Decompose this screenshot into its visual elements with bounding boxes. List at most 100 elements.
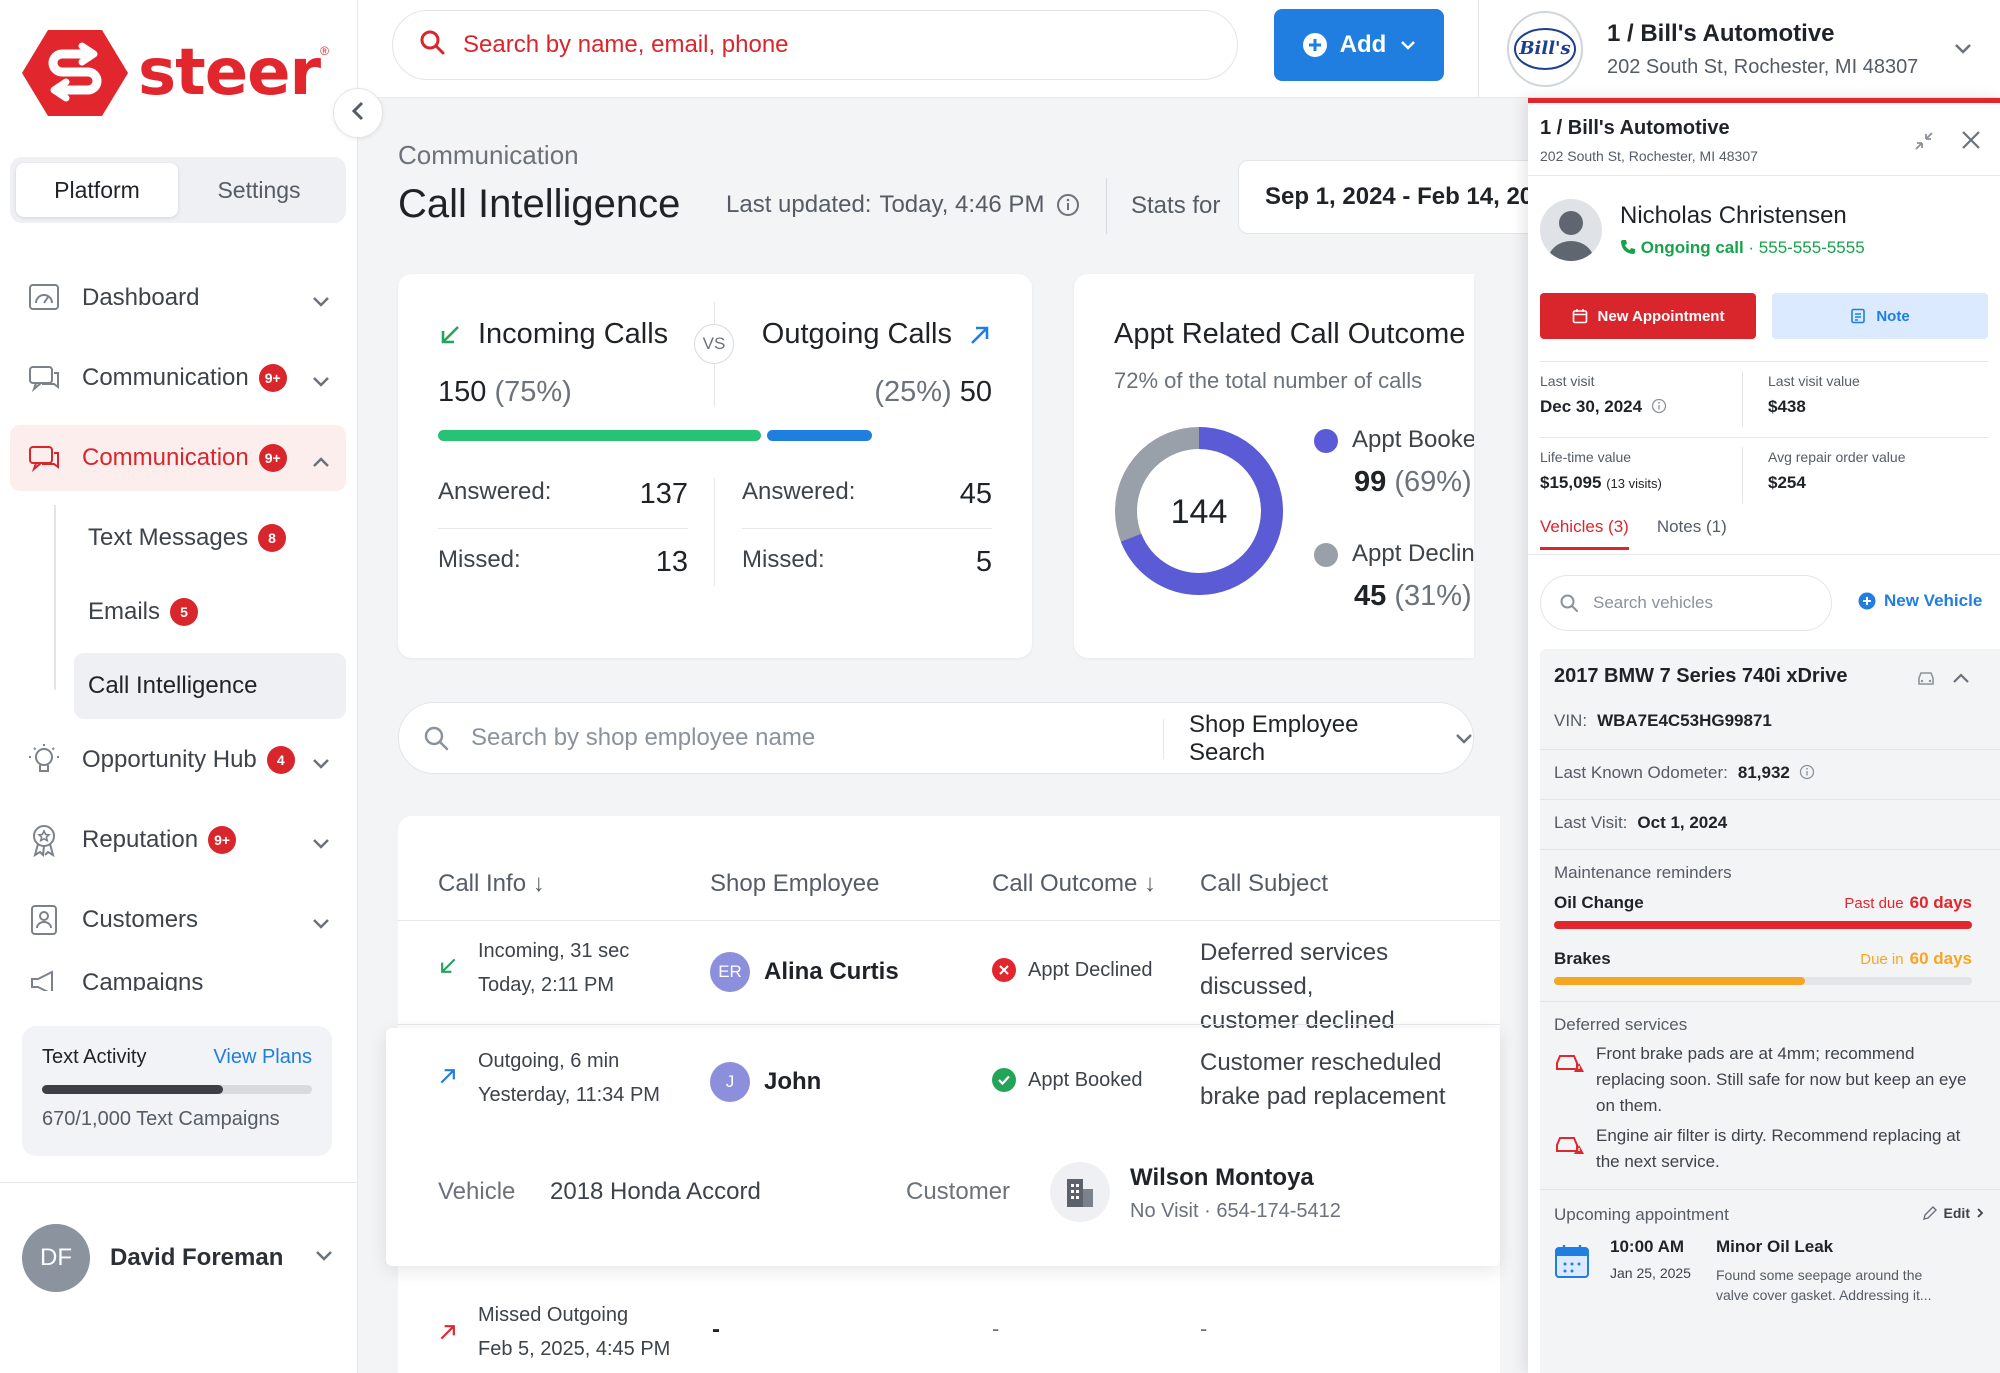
sidebar-item-customers[interactable]: Customers [10, 887, 346, 953]
last-updated-value: Today, 4:46 PM [879, 191, 1045, 218]
sidebar-item-call-intelligence[interactable]: Call Intelligence [74, 653, 346, 719]
divider [1540, 1189, 2000, 1190]
divider [1540, 849, 2000, 850]
odometer-row: Last Known Odometer: 81,932 [1554, 763, 1815, 783]
panel-shop-address: 202 South St, Rochester, MI 48307 [1540, 148, 1758, 164]
subject-line: brake pad replacement [1200, 1083, 1446, 1110]
global-search-input[interactable]: Search by name, email, phone [392, 10, 1238, 80]
outgoing-arrow-icon [968, 323, 992, 347]
sidebar-item-text-messages[interactable]: Text Messages 8 [44, 505, 346, 571]
chevron-up-icon[interactable] [1952, 671, 1970, 689]
employee-search-input[interactable]: Search by shop employee name Shop Employ… [398, 702, 1474, 774]
vehicle-search-input[interactable]: Search vehicles [1540, 575, 1832, 631]
chat-icon [26, 440, 62, 476]
note-button[interactable]: Note [1772, 293, 1988, 339]
odometer-value: 81,932 [1737, 763, 1790, 782]
avg-repair-order: Avg repair order value $254 [1768, 449, 1905, 493]
segment-platform[interactable]: Platform [16, 163, 178, 217]
sidebar-item-emails[interactable]: Emails 5 [44, 579, 346, 645]
close-icon[interactable] [1960, 129, 1982, 156]
steer-logo[interactable]: steer ® [22, 30, 329, 116]
stat-value: $254 [1768, 473, 1806, 492]
info-icon[interactable] [1795, 763, 1815, 782]
employee-search-select[interactable]: Shop Employee Search [1189, 703, 1473, 775]
call-info: Incoming, 31 sec Today, 2:11 PM [478, 934, 629, 1002]
call-outcome: Appt Declined [992, 958, 1153, 982]
appt-donut-chart: 144 [1114, 426, 1284, 601]
incoming-count: 150 [438, 376, 487, 408]
user-menu[interactable]: DF David Foreman [0, 1182, 357, 1332]
incoming-missed: Missed: 13 [438, 546, 688, 579]
call-type: Missed Outgoing [478, 1304, 629, 1326]
sidebar-item-dashboard[interactable]: Dashboard [10, 265, 346, 331]
legend-value: 45 [1354, 580, 1387, 612]
customer-info[interactable]: Wilson Montoya No Visit · 654-174-5412 [1130, 1164, 1341, 1223]
new-vehicle-button[interactable]: New Vehicle [1858, 591, 1982, 611]
panel-call-status: Ongoing call · 555-555-5555 [1620, 238, 1865, 258]
last-visit-date: Dec 30, 2024 [1540, 397, 1643, 416]
sidebar-item-reputation[interactable]: Reputation 9+ [10, 807, 346, 873]
sidebar-item-label: Reputation [82, 826, 199, 853]
col-call-outcome[interactable]: Call Outcome ↓ [992, 870, 1156, 898]
employee-name: - [712, 1316, 720, 1343]
shop-address: 202 South St, Rochester, MI 48307 [1607, 55, 1919, 78]
call-subject: Customer rescheduled brake pad replaceme… [1200, 1046, 1445, 1114]
sidebar-item-label: Text Messages [88, 524, 249, 551]
text-activity-progress-fill [42, 1085, 223, 1094]
subject-line: - [1200, 1316, 1208, 1341]
maintenance-brakes[interactable]: Brakes Due in 60 days [1554, 949, 1972, 985]
donut-total: 144 [1171, 493, 1228, 531]
due-status: Past due [1844, 895, 1904, 912]
outgoing-calls-title: Outgoing Calls [761, 318, 952, 350]
notification-badge: 5 [170, 598, 199, 626]
minimize-icon[interactable] [1914, 131, 1934, 156]
expanded-table-row[interactable]: Outgoing, 6 min Yesterday, 11:34 PM J Joh… [386, 1028, 1500, 1266]
appointment-details[interactable]: Minor Oil Leak Found some seepage around… [1716, 1237, 1956, 1305]
legend-label: Appt Declined: [1352, 540, 1474, 567]
divider [1742, 371, 1743, 427]
view-plans-link[interactable]: View Plans [213, 1046, 312, 1069]
call-time: Feb 5, 2025, 4:45 PM [478, 1338, 671, 1360]
segment-settings[interactable]: Settings [178, 163, 340, 217]
due-days: 60 days [1909, 893, 1972, 912]
add-label: Add [1339, 31, 1387, 58]
table-row[interactable]: Incoming, 31 sec Today, 2:11 PM ER Alina … [398, 920, 1500, 1034]
employee-name: John [764, 1068, 822, 1095]
divider [1540, 1001, 2000, 1002]
info-icon[interactable] [1056, 193, 1080, 217]
last-visit: Last visit Dec 30, 2024 [1540, 373, 1667, 417]
divider [1540, 749, 2000, 750]
chevron-down-icon [312, 749, 330, 777]
subject-line: Customer rescheduled [1200, 1049, 1442, 1076]
sidebar-item-label: Emails [88, 598, 161, 625]
edit-appointment-link[interactable]: Edit [1922, 1205, 1984, 1221]
collapse-sidebar-button[interactable] [333, 88, 383, 138]
tab-notes[interactable]: Notes (1) [1657, 517, 1727, 550]
tab-vehicles[interactable]: Vehicles (3) [1540, 517, 1629, 550]
last-visit-value: Oct 1, 2024 [1637, 813, 1728, 832]
sidebar-item-opportunity-hub[interactable]: Opportunity Hub 4 [10, 727, 346, 793]
new-appointment-button[interactable]: New Appointment [1540, 293, 1756, 339]
sidebar: steer ® Platform Settings Dashboard Comm… [0, 0, 358, 1373]
add-button[interactable]: Add [1274, 9, 1444, 81]
legend-dot [1314, 428, 1338, 453]
sidebar-item-campaigns[interactable]: Campaigns [10, 967, 346, 991]
sidebar-item-communication[interactable]: Communication 9+ [10, 345, 346, 411]
row-divider [742, 528, 992, 529]
deferred-service-item: Front brake pads are at 4mm; recommend r… [1554, 1041, 1974, 1119]
missed-value: 13 [655, 546, 688, 578]
appt-time: 10:00 AM [1610, 1237, 1685, 1256]
stat-label: Life-time value [1540, 449, 1632, 465]
col-call-info[interactable]: Call Info ↓ [438, 870, 545, 898]
chevron-right-icon [1976, 1207, 1984, 1219]
info-icon[interactable] [1647, 397, 1667, 416]
legend-booked: Appt Booked: 99 (69%) [1314, 426, 1474, 499]
breadcrumb[interactable]: Communication [398, 140, 579, 171]
outgoing-arrow-icon [438, 1066, 458, 1091]
sidebar-item-label: Customers [82, 906, 199, 933]
table-row[interactable]: Missed Outgoing Feb 5, 2025, 4:45 PM - -… [398, 1288, 1500, 1373]
shop-selector[interactable]: Bill's 1 / Bill's Automotive 202 South S… [1478, 0, 2000, 98]
sidebar-item-communication-active[interactable]: Communication 9+ [10, 425, 346, 491]
maintenance-oil-change[interactable]: Oil Change Past due 60 days [1554, 893, 1972, 929]
divider [1540, 361, 1988, 362]
